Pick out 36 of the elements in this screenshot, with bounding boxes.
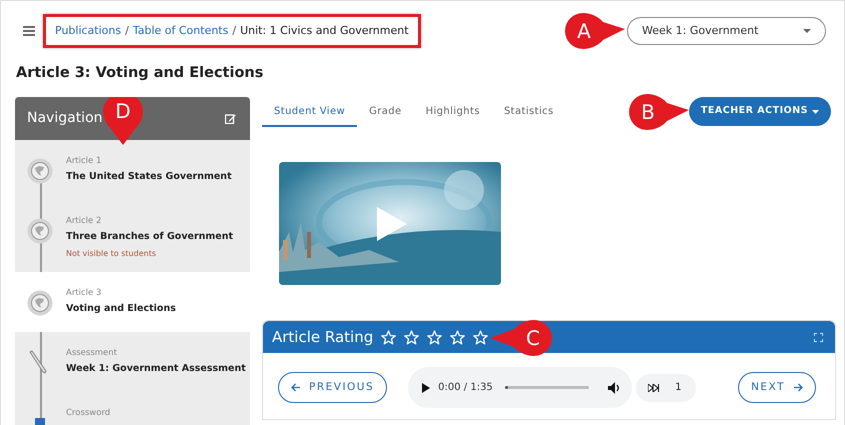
- navigation-item[interactable]: Article 2 Three Branches of Government Not visible to students: [15, 200, 250, 272]
- rating-title: Article Rating: [272, 326, 374, 348]
- page-title: Article 3: Voting and Elections: [16, 64, 264, 83]
- audio-time: 0:00 / 1:35: [438, 381, 493, 395]
- item-title: Three Branches of Government: [66, 230, 234, 244]
- item-type: Assessment: [66, 347, 118, 360]
- tab[interactable]: Grade: [357, 97, 414, 127]
- item-type: Article 2: [66, 215, 102, 228]
- breadcrumb-link[interactable]: Table of Contents: [132, 24, 228, 37]
- week-dropdown[interactable]: Week 1: Government: [627, 17, 826, 45]
- tab[interactable]: Student View: [262, 97, 358, 127]
- next-button[interactable]: NEXT: [738, 372, 816, 403]
- tab[interactable]: Statistics: [492, 97, 566, 127]
- callout-marker: A: [565, 13, 625, 49]
- breadcrumb-link[interactable]: Publications: [55, 24, 122, 37]
- tab[interactable]: Highlights: [414, 97, 492, 127]
- navigation-item[interactable]: Crossword: [15, 392, 250, 425]
- callout-marker: C: [490, 320, 552, 356]
- navigation-title: Navigation: [27, 109, 103, 128]
- item-title: Voting and Elections: [66, 302, 177, 316]
- callout-marker: D: [103, 97, 143, 145]
- teacher-actions-button[interactable]: TEACHER ACTIONS: [688, 97, 831, 126]
- navigation-item[interactable]: Assessment Week 1: Government Assessment: [15, 332, 250, 392]
- item-type: Article 3: [66, 287, 102, 300]
- breadcrumb-separator: /: [125, 24, 129, 37]
- item-note: Not visible to students: [66, 248, 157, 260]
- playback-speed-button[interactable]: 1: [636, 374, 696, 402]
- previous-button[interactable]: PREVIOUS: [278, 372, 388, 403]
- item-type: Article 1: [66, 155, 102, 168]
- item-title: Week 1: Government Assessment: [66, 362, 246, 376]
- item-title: The United States Government: [66, 170, 233, 184]
- navigation-item[interactable]: Article 3 Voting and Elections: [15, 272, 250, 332]
- callout-marker: B: [628, 94, 689, 130]
- item-type: Crossword: [66, 407, 112, 420]
- breadcrumb-separator: /: [232, 24, 236, 37]
- breadcrumb-current: Unit: 1 Civics and Government: [240, 24, 409, 37]
